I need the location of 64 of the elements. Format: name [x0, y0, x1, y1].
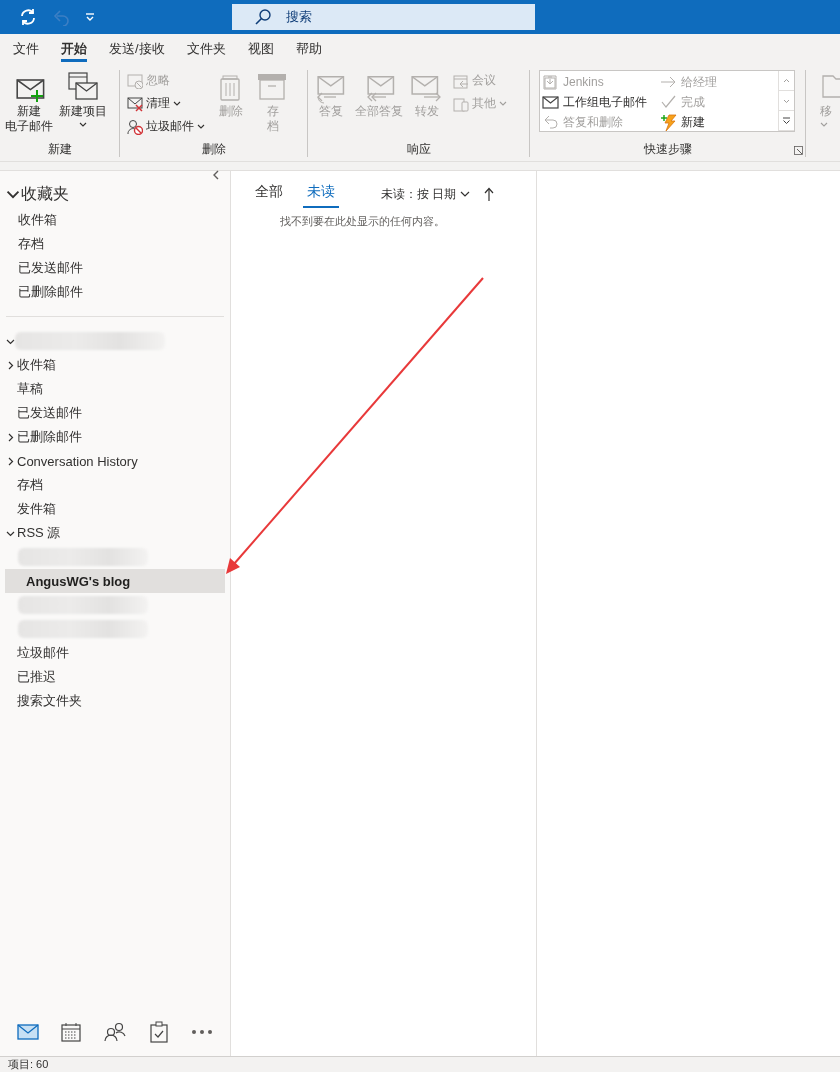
- filter-tab[interactable]: 未读: [303, 180, 339, 208]
- scroll-up-icon[interactable]: [782, 76, 791, 85]
- lightning-icon: [660, 113, 677, 131]
- search-icon: [254, 8, 272, 26]
- folder-item[interactable]: 发件箱: [15, 497, 60, 521]
- sort-ascending-icon[interactable]: [484, 187, 495, 201]
- folder-item[interactable]: 收件箱: [15, 353, 60, 377]
- group-label: 删除: [201, 142, 226, 156]
- envelope-icon: [542, 93, 559, 111]
- status-text: 项目: 60: [8, 1057, 49, 1072]
- cleanup-icon: [127, 95, 143, 112]
- more-icon[interactable]: [191, 1029, 214, 1035]
- folder-item[interactable]: 存档: [16, 232, 48, 256]
- group-label: 新建: [47, 142, 72, 156]
- folder-item[interactable]: RSS 源: [15, 521, 65, 545]
- folder-item[interactable]: 已发送邮件: [15, 401, 86, 425]
- chevron-right-icon[interactable]: [6, 432, 15, 442]
- folder-item[interactable]: Conversation History: [15, 450, 142, 472]
- ignore-icon: [127, 72, 143, 89]
- ribbon-button[interactable]: 新建 电子邮件: [3, 70, 55, 134]
- folder-item[interactable]: 已删除邮件: [16, 280, 87, 304]
- menu-tab[interactable]: 文件夹: [177, 34, 235, 64]
- caret-down-icon: [460, 190, 471, 198]
- filter-tab[interactable]: 全部: [251, 180, 287, 208]
- ribbon-button[interactable]: 垃圾邮件: [127, 116, 205, 137]
- clipboard-check-icon[interactable]: [149, 1021, 168, 1043]
- search-field[interactable]: 搜索: [232, 4, 535, 30]
- empty-message: 找不到要在此处显示的任何内容。: [279, 214, 446, 229]
- devices-icon: [453, 95, 469, 112]
- chevron-right-icon[interactable]: [6, 360, 15, 370]
- dialog-launcher-icon[interactable]: [794, 146, 803, 155]
- meeting-icon: [453, 72, 469, 89]
- people-icon[interactable]: [104, 1022, 126, 1042]
- folder-item[interactable]: 收件箱: [16, 208, 61, 232]
- folder-item[interactable]: 已推迟: [15, 665, 60, 689]
- arrow-into-box-icon: [542, 73, 559, 91]
- group-label: 响应: [406, 142, 431, 156]
- menu-tab[interactable]: 文件: [4, 34, 48, 64]
- junk-icon: [127, 118, 143, 135]
- folder-item[interactable]: 存档: [15, 473, 47, 497]
- folder-item[interactable]: 已删除邮件: [15, 425, 86, 449]
- menu-tab[interactable]: 发送/接收: [100, 34, 174, 64]
- reply-icon: [542, 113, 559, 131]
- calendar-icon[interactable]: [61, 1022, 82, 1042]
- ribbon-button[interactable]: 清理: [127, 93, 205, 114]
- folder-item[interactable]: 搜索文件夹: [15, 689, 86, 713]
- chevron-right-icon[interactable]: [6, 456, 15, 466]
- collapse-pane-icon[interactable]: [212, 170, 220, 180]
- sync-icon[interactable]: [18, 7, 38, 27]
- folder-item[interactable]: 草稿: [15, 377, 47, 401]
- quick-step-item[interactable]: 工作组电子邮件: [542, 92, 660, 112]
- favorites-header[interactable]: 收藏夹: [21, 183, 69, 205]
- folder-item[interactable]: 垃圾邮件: [15, 641, 73, 665]
- folder-item[interactable]: 已发送邮件: [16, 256, 87, 280]
- ribbon-button[interactable]: 新建项目: [57, 70, 109, 128]
- sort-dropdown[interactable]: 未读：按 日期: [381, 185, 471, 203]
- menu-tab[interactable]: 帮助: [286, 34, 331, 64]
- menu-tab[interactable]: 开始: [52, 34, 96, 64]
- mail-icon[interactable]: [16, 1024, 39, 1040]
- customize-caret-icon[interactable]: [84, 11, 96, 23]
- group-label: 快速步骤: [643, 142, 692, 156]
- menu-tab[interactable]: 视图: [238, 34, 283, 64]
- quick-step-item[interactable]: 新建: [660, 112, 778, 132]
- expand-gallery-icon[interactable]: [782, 116, 791, 125]
